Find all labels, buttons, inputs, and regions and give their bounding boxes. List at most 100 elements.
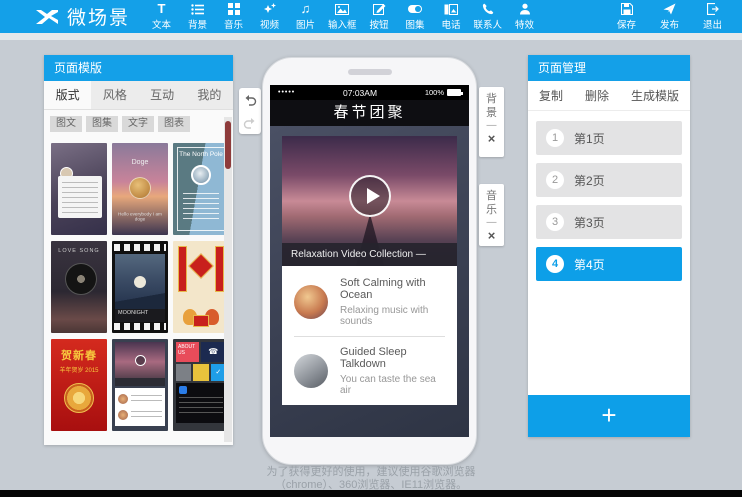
minimize-icon[interactable]: — bbox=[487, 218, 497, 228]
toolbar-actions: 保存 发布 退出 bbox=[611, 0, 728, 33]
save-icon bbox=[621, 2, 633, 16]
tab-layout[interactable]: 版式 bbox=[44, 81, 91, 109]
toolbar-item-gallery[interactable]: 图集 bbox=[400, 0, 431, 33]
tab-interaction[interactable]: 互动 bbox=[139, 81, 186, 109]
toolbar-item-phone[interactable]: 电话 bbox=[436, 0, 467, 33]
music-layer-tab[interactable]: 音 乐 — × bbox=[479, 184, 504, 246]
tab-style[interactable]: 风格 bbox=[91, 81, 138, 109]
exit-icon bbox=[707, 2, 719, 16]
filter-gallery[interactable]: 图集 bbox=[86, 116, 118, 132]
minimize-icon[interactable]: — bbox=[487, 121, 497, 131]
logo-x-icon bbox=[34, 8, 60, 26]
text-icon: T bbox=[158, 2, 166, 16]
background-layer-tab[interactable]: 背 景 — × bbox=[479, 87, 504, 157]
phone-handset-icon bbox=[482, 2, 494, 16]
list-item-thumbnail bbox=[294, 354, 328, 388]
page-list: 1 第1页 2 第2页 3 第3页 4 第4页 bbox=[528, 111, 690, 281]
list-icon bbox=[191, 2, 204, 16]
filter-text[interactable]: 文字 bbox=[122, 116, 154, 132]
page-row-1[interactable]: 1 第1页 bbox=[536, 121, 682, 155]
delete-page-button[interactable]: 删除 bbox=[585, 87, 609, 104]
history-controls bbox=[239, 88, 261, 134]
copy-page-button[interactable]: 复制 bbox=[539, 87, 563, 104]
template-thumb-hexinchun[interactable]: 贺新春 羊年贺岁 2015 bbox=[51, 339, 107, 431]
undo-button[interactable] bbox=[243, 93, 257, 107]
toolbar-item-music[interactable]: 音乐 bbox=[218, 0, 249, 33]
toolbar-item-video[interactable]: 视频 bbox=[254, 0, 285, 33]
template-thumb-relaxation[interactable] bbox=[112, 339, 168, 431]
mini-play-icon bbox=[135, 355, 146, 366]
list-item[interactable]: Guided Sleep Talkdown You can taste the … bbox=[282, 341, 457, 401]
template-thumb-tiles[interactable]: ABOUT US ☎ ✓ bbox=[173, 339, 229, 431]
template-thumb-northpole[interactable]: The North Pole bbox=[173, 143, 229, 235]
signal-dots: ••••• bbox=[278, 85, 295, 100]
edit-icon bbox=[373, 2, 386, 16]
toggle-icon bbox=[408, 2, 422, 16]
toolbar-item-background[interactable]: 背景 bbox=[182, 0, 213, 33]
picture-icon bbox=[335, 2, 349, 16]
toolbar-items: T 文本 背景 音乐 视频 ♫ 图片 bbox=[146, 0, 540, 33]
publish-button[interactable]: 发布 bbox=[654, 0, 685, 33]
template-thumb-quote[interactable] bbox=[51, 143, 107, 235]
list-item-thumbnail bbox=[294, 285, 328, 319]
page-title[interactable]: 春节团聚 bbox=[270, 100, 469, 126]
list-item[interactable]: Soft Calming with Ocean Relaxing music w… bbox=[282, 272, 457, 332]
page-row-3[interactable]: 3 第3页 bbox=[536, 205, 682, 239]
toolbar-item-contacts[interactable]: 联系人 bbox=[472, 0, 505, 33]
template-scrollbar[interactable] bbox=[224, 117, 232, 442]
video-caption: Relaxation Video Collection — bbox=[282, 243, 457, 266]
page-row-4[interactable]: 4 第4页 bbox=[536, 247, 682, 281]
redo-button[interactable] bbox=[243, 116, 257, 130]
phone-screen[interactable]: ••••• 07:03AM 100% 春节团聚 Relaxation Video… bbox=[270, 85, 469, 437]
grid-icon bbox=[228, 2, 240, 16]
video-block[interactable]: Relaxation Video Collection — bbox=[282, 136, 457, 266]
template-thumb-newyear[interactable] bbox=[173, 241, 229, 333]
play-button[interactable] bbox=[349, 175, 391, 217]
page-row-2[interactable]: 2 第2页 bbox=[536, 163, 682, 197]
wolf-avatar bbox=[191, 165, 211, 185]
tab-mine[interactable]: 我的 bbox=[186, 81, 233, 109]
app-logo: 微场景 bbox=[34, 3, 130, 30]
toolbar-underline bbox=[0, 33, 742, 40]
add-page-button[interactable]: + bbox=[528, 395, 690, 437]
audio-list: Soft Calming with Ocean Relaxing music w… bbox=[282, 266, 457, 405]
battery-icon bbox=[447, 89, 461, 96]
battery-indicator: 100% bbox=[425, 88, 461, 97]
bottom-bar bbox=[0, 490, 742, 497]
doge-avatar bbox=[129, 177, 151, 199]
template-thumb-moonight[interactable]: MOONIGHT bbox=[112, 241, 168, 333]
close-icon[interactable]: × bbox=[488, 230, 496, 242]
sparkles-icon bbox=[263, 2, 277, 16]
scrollbar-thumb[interactable] bbox=[225, 121, 231, 169]
person-icon bbox=[519, 2, 531, 16]
page-content: Relaxation Video Collection — Soft Calmi… bbox=[270, 126, 469, 437]
save-button[interactable]: 保存 bbox=[611, 0, 642, 33]
music-note-icon: ♫ bbox=[301, 2, 311, 16]
toolbar-item-image[interactable]: ♫ 图片 bbox=[290, 0, 321, 33]
page-actions: 复制 删除 生成模版 bbox=[528, 81, 690, 111]
status-bar: ••••• 07:03AM 100% bbox=[270, 85, 469, 100]
filter-chart[interactable]: 图表 bbox=[158, 116, 190, 132]
template-panel-title: 页面模版 bbox=[44, 55, 233, 81]
top-toolbar: 微场景 T 文本 背景 音乐 视频 ♫ 图片 bbox=[0, 0, 742, 33]
toolbar-item-effects[interactable]: 特效 bbox=[509, 0, 540, 33]
phone-tile-icon: ☎ bbox=[201, 342, 227, 362]
template-filters: 图文 图集 文字 图表 bbox=[44, 110, 233, 136]
generate-template-button[interactable]: 生成模版 bbox=[631, 87, 679, 104]
phone-preview: ••••• 07:03AM 100% 春节团聚 Relaxation Video… bbox=[262, 57, 477, 465]
close-icon[interactable]: × bbox=[488, 133, 496, 145]
toolbar-item-text[interactable]: T 文本 bbox=[146, 0, 177, 33]
template-thumb-doge[interactable]: Doge Hello everybody I am doge bbox=[112, 143, 168, 235]
toolbar-item-button[interactable]: 按钮 bbox=[364, 0, 395, 33]
phone-speaker bbox=[348, 69, 392, 75]
paper-plane-icon bbox=[663, 2, 676, 16]
status-time: 07:03AM bbox=[295, 88, 425, 98]
vinyl-record bbox=[65, 263, 97, 295]
exit-button[interactable]: 退出 bbox=[697, 0, 728, 33]
filter-imagetext[interactable]: 图文 bbox=[50, 116, 82, 132]
browser-hint: 为了获得更好的使用，建议使用谷歌浏览器 （chrome）、360浏览器、IE11… bbox=[225, 466, 517, 492]
page-manager-panel: 页面管理 复制 删除 生成模版 1 第1页 2 第2页 3 第3页 4 第4页 … bbox=[528, 55, 690, 437]
toolbar-item-inputbox[interactable]: 输入框 bbox=[326, 0, 359, 33]
template-thumb-lovesong[interactable]: LOVE SONG bbox=[51, 241, 107, 333]
template-tabs: 版式 风格 互动 我的 bbox=[44, 81, 233, 110]
